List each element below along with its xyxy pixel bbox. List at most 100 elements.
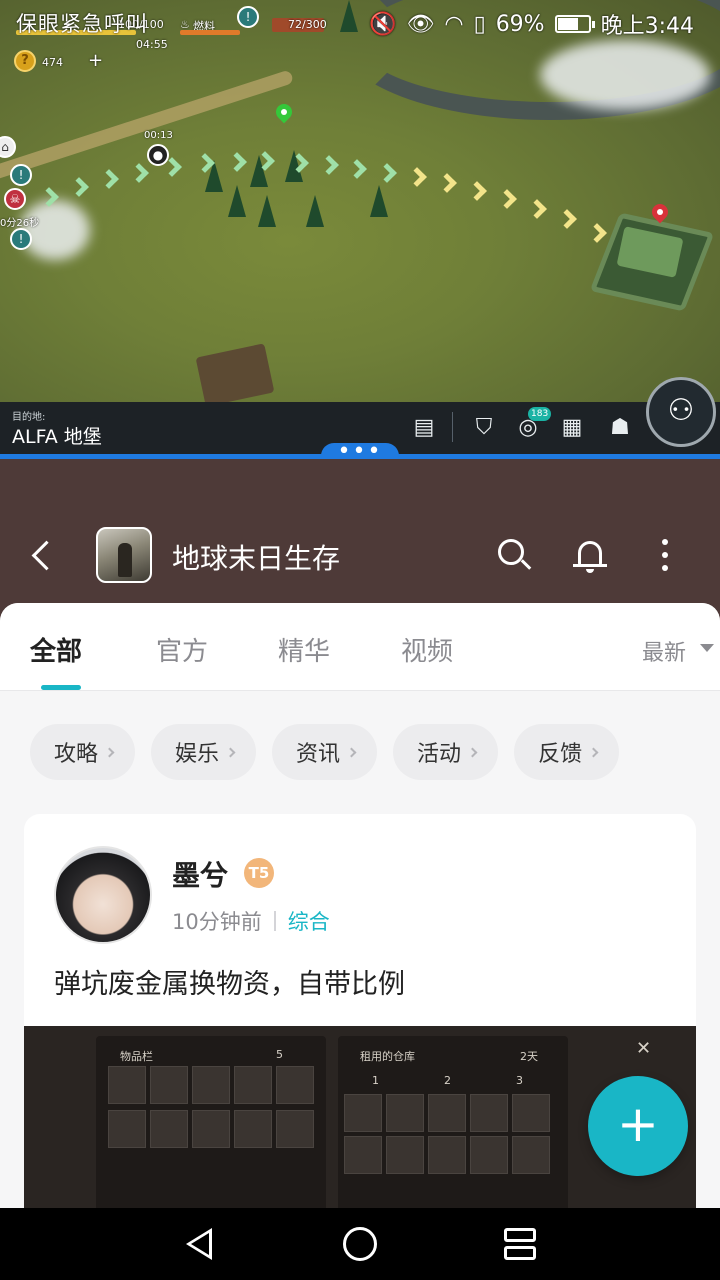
avatar[interactable] bbox=[54, 846, 152, 944]
new-post-button[interactable]: + bbox=[588, 1076, 688, 1176]
map-tree bbox=[228, 185, 246, 217]
map-cloud bbox=[20, 200, 90, 260]
chip-feedback[interactable]: 反馈 bbox=[514, 724, 620, 780]
level-badge: T5 bbox=[244, 858, 274, 888]
post-time: 10分钟前 bbox=[172, 910, 262, 934]
tab-all[interactable]: 全部 bbox=[30, 631, 82, 668]
shield-icon[interactable]: ⛉ bbox=[470, 414, 498, 442]
more-menu-icon[interactable] bbox=[644, 535, 684, 575]
alert-icon[interactable]: ! bbox=[10, 164, 32, 186]
chevron-right-icon bbox=[588, 747, 599, 757]
back-button[interactable] bbox=[24, 537, 64, 577]
player-marker-icon[interactable]: ● bbox=[147, 144, 169, 166]
chevron-down-icon[interactable] bbox=[700, 644, 714, 652]
item-slot bbox=[192, 1110, 230, 1148]
route-arrow bbox=[437, 173, 457, 193]
wifi-icon: ◠ bbox=[444, 11, 464, 37]
eye-icon: 👁 bbox=[406, 11, 435, 37]
system-nav-bar bbox=[0, 1208, 720, 1280]
status-icons: 🔇 👁 ◠ ▯ 69% 晚上3:44 bbox=[369, 8, 694, 40]
tab-official[interactable]: 官方 bbox=[156, 631, 208, 668]
item-slot bbox=[150, 1110, 188, 1148]
category-chips: 攻略 娱乐 资讯 活动 反馈 bbox=[30, 724, 620, 780]
chevron-right-icon bbox=[467, 747, 478, 757]
map-icon[interactable]: ▦ bbox=[558, 414, 586, 442]
active-tab-indicator bbox=[41, 685, 81, 690]
route-arrow bbox=[347, 159, 367, 179]
route-arrow bbox=[527, 199, 547, 219]
add-coins-button[interactable]: + bbox=[88, 50, 103, 71]
item-slot bbox=[344, 1136, 382, 1174]
warehouse-page: 2 bbox=[444, 1074, 451, 1087]
item-slot bbox=[428, 1094, 466, 1132]
backpack-icon[interactable]: ☗ bbox=[606, 414, 634, 442]
skull-icon[interactable]: ☠ bbox=[4, 188, 26, 210]
route-arrow bbox=[587, 223, 607, 243]
post-title[interactable]: 弹坑废金属换物资，自带比例 bbox=[54, 962, 405, 1001]
item-slot bbox=[192, 1066, 230, 1104]
marker-timer: 00:13 bbox=[144, 130, 173, 141]
route-arrow bbox=[377, 163, 397, 183]
chip-entertainment[interactable]: 娱乐 bbox=[151, 724, 257, 780]
team-icon[interactable]: ⚇ bbox=[646, 377, 716, 447]
item-slot bbox=[234, 1110, 272, 1148]
coins-badge: 183 bbox=[528, 407, 552, 421]
route-arrow bbox=[69, 177, 89, 197]
location-pin-icon[interactable] bbox=[272, 100, 296, 124]
route-arrow bbox=[557, 209, 577, 229]
tab-featured[interactable]: 精华 bbox=[278, 631, 330, 668]
chip-guide[interactable]: 攻略 bbox=[30, 724, 136, 780]
item-slot bbox=[386, 1136, 424, 1174]
item-slot bbox=[512, 1094, 550, 1132]
chip-news[interactable]: 资讯 bbox=[272, 724, 378, 780]
game-map-view[interactable]: ● 00:13 ⌂ ! ☠ 0分26秒 ! 100/100 04:55 ♨ 燃料… bbox=[0, 0, 720, 402]
status-left-text: 保眼紧急呼叫 bbox=[16, 12, 148, 36]
clock: 晚上3:44 bbox=[600, 14, 694, 39]
item-slot bbox=[344, 1094, 382, 1132]
home-icon[interactable]: ⌂ bbox=[0, 136, 16, 158]
chip-events[interactable]: 活动 bbox=[393, 724, 499, 780]
destination-name: ALFA 地堡 bbox=[12, 426, 102, 448]
item-slot bbox=[108, 1066, 146, 1104]
warehouse-page: 3 bbox=[516, 1074, 523, 1087]
app-header: 地球末日生存 bbox=[0, 459, 720, 619]
item-slot bbox=[276, 1066, 314, 1104]
map-tree bbox=[306, 195, 324, 227]
alert-icon[interactable]: ! bbox=[10, 228, 32, 250]
author-name[interactable]: 墨兮 bbox=[172, 854, 228, 894]
inventory-title: 物品栏 bbox=[120, 1050, 153, 1063]
search-icon[interactable] bbox=[494, 535, 534, 575]
tab-video[interactable]: 视频 bbox=[401, 631, 453, 668]
item-slot bbox=[470, 1136, 508, 1174]
map-wreck[interactable] bbox=[195, 343, 275, 402]
warehouse-title: 租用的仓库 bbox=[360, 1050, 415, 1063]
sort-dropdown[interactable]: 最新 bbox=[642, 635, 686, 667]
item-slot bbox=[428, 1136, 466, 1174]
chat-icon[interactable]: ▤ bbox=[410, 414, 438, 442]
item-slot bbox=[108, 1110, 146, 1148]
map-tree bbox=[370, 185, 388, 217]
item-slot bbox=[276, 1110, 314, 1148]
item-slot bbox=[234, 1066, 272, 1104]
mute-icon: 🔇 bbox=[369, 11, 397, 37]
game-app-icon[interactable] bbox=[96, 527, 152, 583]
nav-recents-icon-lower bbox=[504, 1246, 536, 1260]
item-slot bbox=[512, 1136, 550, 1174]
toolbar-divider bbox=[452, 412, 453, 442]
nav-recents-icon[interactable] bbox=[504, 1228, 536, 1242]
coin-count: 474 bbox=[42, 56, 63, 69]
chevron-right-icon bbox=[225, 747, 236, 757]
chevron-right-icon bbox=[346, 747, 357, 757]
sim-alert-icon: ▯ bbox=[473, 11, 486, 37]
nav-home-icon[interactable] bbox=[343, 1227, 377, 1261]
item-slot bbox=[470, 1094, 508, 1132]
route-arrow bbox=[467, 181, 487, 201]
route-arrow bbox=[319, 155, 339, 175]
bell-icon[interactable] bbox=[570, 535, 610, 575]
route-arrow bbox=[227, 152, 247, 172]
post-category[interactable]: 综合 bbox=[288, 906, 330, 936]
route-arrow bbox=[99, 169, 119, 189]
item-slot bbox=[150, 1066, 188, 1104]
coin-icon: ? bbox=[14, 50, 36, 72]
close-icon: ✕ bbox=[636, 1038, 652, 1059]
